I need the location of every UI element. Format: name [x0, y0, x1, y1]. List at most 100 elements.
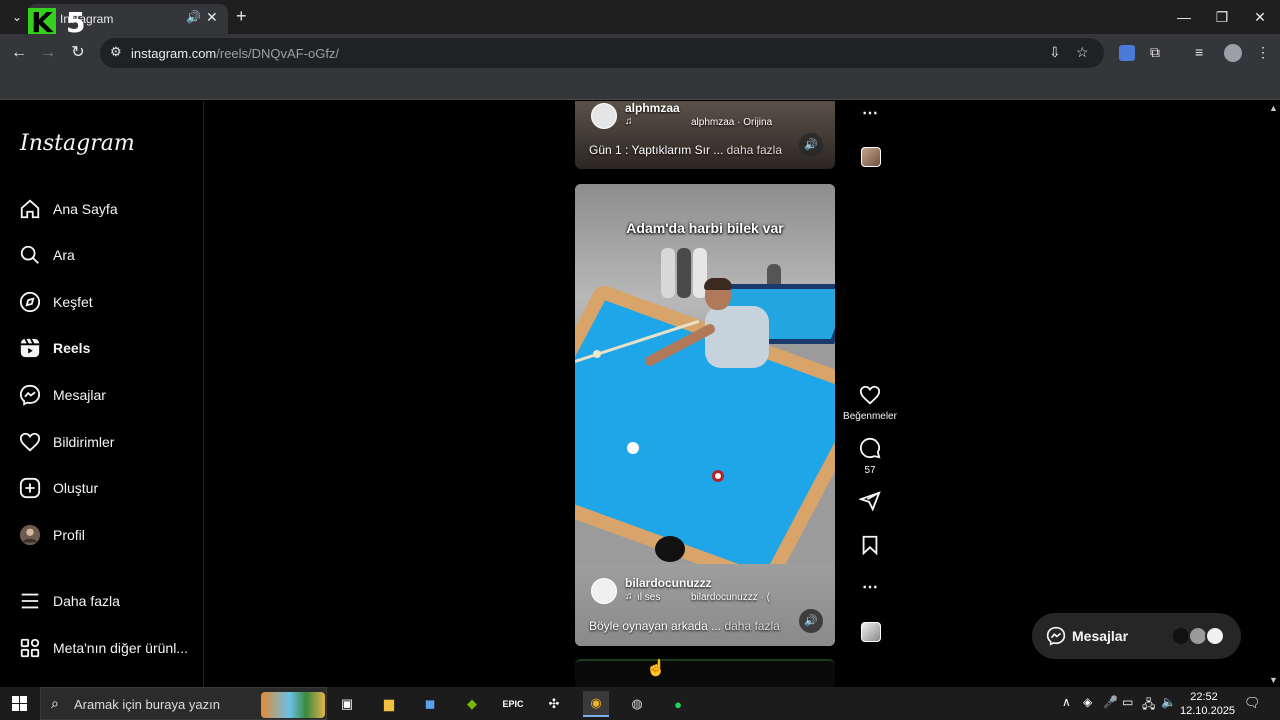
reels-feed[interactable]: alphmzaa ♫ alphmzaa · Orijina Gün 1 : Ya… — [205, 101, 1267, 687]
sidebar-item-label: Bildirimler — [53, 434, 115, 450]
minimize-icon[interactable]: — — [1166, 6, 1202, 28]
browser-tab-instagram[interactable]: Instagram 🔊 ✕ — [28, 4, 228, 34]
taskbar-clock[interactable]: 22:52 12.10.2025 — [1180, 690, 1236, 718]
back-icon[interactable]: ← — [8, 42, 30, 64]
more-options-icon[interactable]: ⋯ — [855, 103, 885, 123]
clock-date: 12.10.2025 — [1180, 705, 1236, 717]
sidebar-item-profile[interactable]: Profil — [18, 520, 198, 550]
reel-audio[interactable]: bilardocunuzzz · ( — [691, 592, 770, 603]
reel-author-avatar[interactable] — [591, 103, 617, 129]
reel-card-previous[interactable]: alphmzaa ♫ alphmzaa · Orijina Gün 1 : Ya… — [575, 101, 835, 169]
instagram-logo[interactable]: Instagram — [20, 131, 135, 156]
windows-start-icon[interactable] — [12, 696, 28, 712]
heart-icon — [859, 385, 881, 405]
like-button[interactable] — [855, 384, 885, 411]
sidebar-item-home[interactable]: Ana Sayfa — [18, 194, 198, 224]
file-explorer-icon[interactable]: ▆ — [376, 691, 402, 717]
reel-card-current[interactable]: Adam'da harbi bilek var bilardocunuzzz ♫… — [575, 184, 835, 646]
sidebar-item-explore[interactable]: Keşfet — [18, 287, 198, 317]
share-button[interactable] — [855, 490, 885, 517]
audio-thumbnail[interactable] — [861, 622, 881, 642]
save-button[interactable] — [855, 534, 885, 561]
reel-username[interactable]: bilardocunuzzz — [625, 576, 712, 590]
sidebar-item-label: Ana Sayfa — [53, 201, 118, 217]
sidebar-item-label: Mesajlar — [53, 387, 106, 403]
sidebar-item-reels[interactable]: Reels — [18, 333, 198, 363]
scroll-down-icon[interactable]: ▼ — [1269, 675, 1278, 685]
sidebar-item-more[interactable]: Daha fazla — [18, 586, 198, 616]
comment-button[interactable] — [855, 437, 885, 464]
tray-app-icon[interactable]: ◈ — [1083, 695, 1092, 709]
tab-close-icon[interactable]: ✕ — [206, 9, 218, 26]
compass-icon — [18, 290, 42, 314]
messenger-icon — [1046, 626, 1066, 651]
menu-icon — [18, 589, 42, 613]
sidebar-item-meta-products[interactable]: Meta'nın diğer ürünl... — [18, 633, 198, 663]
comments-count: 57 — [864, 465, 876, 476]
sidebar-item-notifications[interactable]: Bildirimler — [18, 427, 198, 457]
background-person — [661, 248, 675, 298]
search-icon — [18, 243, 42, 267]
volume-icon[interactable]: 🔈 — [1161, 695, 1176, 709]
store-icon[interactable]: ◼ — [417, 691, 443, 717]
url-text[interactable]: instagram.com/reels/DNQvAF-oGfz/ — [131, 46, 339, 61]
app-icon[interactable]: ✣ — [541, 691, 567, 717]
volume-icon[interactable]: 🔊 — [799, 609, 823, 633]
reel-audio-prefix[interactable]: ıl ses — [637, 592, 660, 603]
instagram-sidebar: Instagram Ana Sayfa Ara Keşfet Reels Mes… — [0, 101, 204, 687]
bookmark-star-icon[interactable]: ☆ — [1076, 44, 1089, 61]
plus-square-icon — [18, 476, 42, 500]
epic-games-icon[interactable]: EPIC — [500, 691, 526, 717]
extensions-icon[interactable]: ⧉ — [1150, 44, 1160, 61]
more-link[interactable]: daha fazla — [727, 143, 782, 157]
taskbar-search-placeholder: Aramak için buraya yazın — [74, 697, 220, 712]
browser-menu-icon[interactable]: ⋮ — [1256, 44, 1270, 61]
browser-toolbar: ← → ↻ ⚙ instagram.com/reels/DNQvAF-oGfz/… — [0, 34, 1280, 72]
reel-card-next[interactable] — [575, 659, 835, 687]
sidebar-item-create[interactable]: Oluştur — [18, 473, 198, 503]
spotify-icon[interactable]: ● — [665, 691, 691, 717]
pool-pocket — [655, 536, 685, 562]
bookmark-bar — [0, 72, 1280, 100]
music-note-icon: ♫ — [625, 591, 633, 602]
app-icon-dark[interactable]: ◍ — [624, 691, 650, 717]
reel-caption: Böyle oynayan arkada ... daha fazla — [589, 619, 780, 633]
task-view-icon[interactable]: ▣ — [334, 691, 360, 717]
volume-icon[interactable]: 🔊 — [799, 133, 823, 157]
battery-icon[interactable]: ▭ — [1122, 695, 1133, 709]
send-icon — [857, 491, 881, 512]
more-link[interactable]: daha fazla — [724, 619, 779, 633]
forward-icon[interactable]: → — [37, 42, 59, 64]
search-highlight-image[interactable] — [261, 692, 325, 718]
new-tab-icon[interactable]: + — [236, 6, 247, 27]
close-window-icon[interactable]: ✕ — [1242, 6, 1278, 28]
address-bar[interactable]: ⚙ instagram.com/reels/DNQvAF-oGfz/ ⇩ ☆ — [100, 38, 1104, 68]
audio-thumbnail[interactable] — [861, 147, 881, 167]
taskbar-search-input[interactable]: ⌕ Aramak için buraya yazın — [40, 687, 327, 720]
messages-pill[interactable]: Mesajlar — [1032, 613, 1241, 659]
translate-icon[interactable] — [1119, 45, 1135, 61]
nvidia-icon[interactable]: ◆ — [459, 691, 485, 717]
tab-search-dropdown-icon[interactable]: ⌄ — [8, 8, 26, 26]
site-info-icon[interactable]: ⚙ — [110, 44, 122, 60]
chrome-icon[interactable]: ◉ — [583, 691, 609, 717]
install-app-icon[interactable]: ⇩ — [1049, 44, 1061, 61]
profile-avatar[interactable] — [1224, 44, 1242, 62]
more-options-icon[interactable]: ⋯ — [855, 577, 885, 597]
network-icon[interactable]: 🖧 — [1142, 695, 1155, 716]
tab-audio-icon[interactable]: 🔊 — [186, 10, 201, 24]
microphone-icon[interactable]: 🎤 — [1103, 695, 1118, 709]
media-control-icon[interactable]: ≡ — [1195, 44, 1203, 60]
reel-username[interactable]: alphmzaa — [625, 101, 680, 115]
sidebar-item-messages[interactable]: Mesajlar — [18, 380, 198, 410]
sidebar-item-search[interactable]: Ara — [18, 240, 198, 270]
reel-author-avatar[interactable] — [591, 578, 617, 604]
scroll-up-icon[interactable]: ▲ — [1269, 103, 1278, 113]
reload-icon[interactable]: ↻ — [67, 42, 89, 64]
avatar — [18, 523, 42, 547]
maximize-icon[interactable]: ❐ — [1204, 6, 1240, 28]
tray-overflow-icon[interactable]: ∧ — [1062, 695, 1071, 709]
reel-audio[interactable]: alphmzaa · Orijina — [691, 117, 772, 128]
notification-center-icon[interactable]: 🗨 — [1244, 695, 1261, 711]
page-scrollbar[interactable]: ▲ ▼ — [1267, 101, 1280, 687]
